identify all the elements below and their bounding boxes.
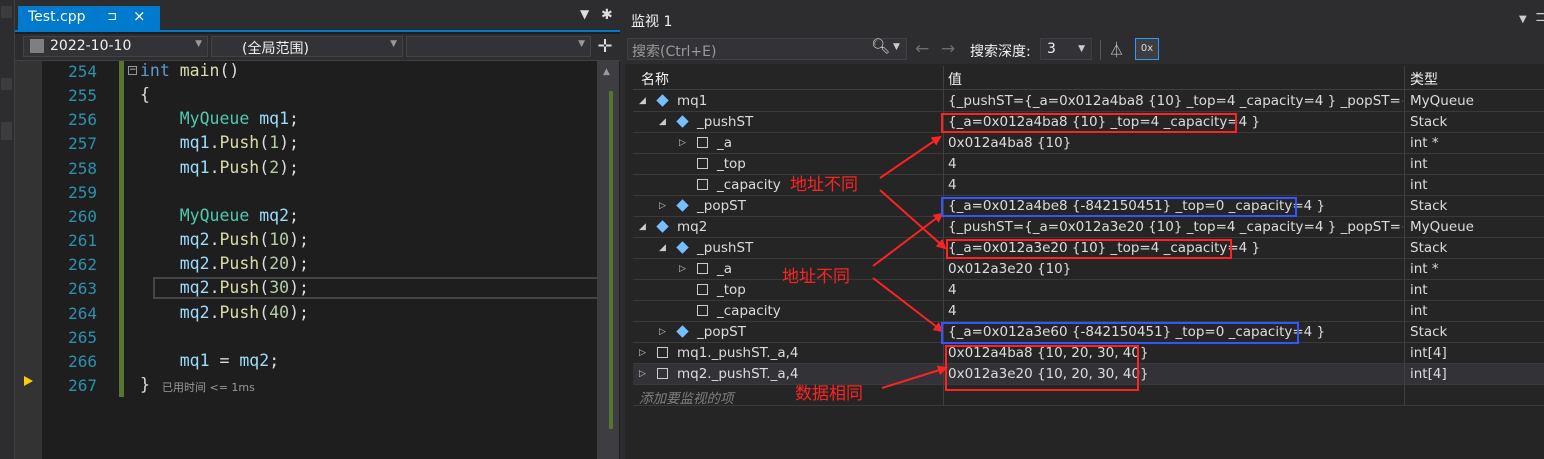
annotation-label-address-different: 地址不同 (790, 175, 858, 195)
annotation-label-address-different: 地址不同 (782, 267, 850, 287)
annotation-arrow (879, 135, 942, 179)
annotation-arrow (872, 277, 944, 333)
annotation-box-blue (941, 197, 1297, 217)
annotation-arrow (881, 365, 948, 389)
annotation-arrow (872, 212, 944, 267)
annotation-label-data-same: 数据相同 (795, 384, 863, 404)
annotation-box-red (946, 239, 1232, 259)
annotation-box-blue (941, 322, 1299, 344)
annotation-arrows (872, 135, 948, 389)
annotation-box-red (945, 345, 1139, 391)
annotation-box-red (941, 113, 1237, 133)
